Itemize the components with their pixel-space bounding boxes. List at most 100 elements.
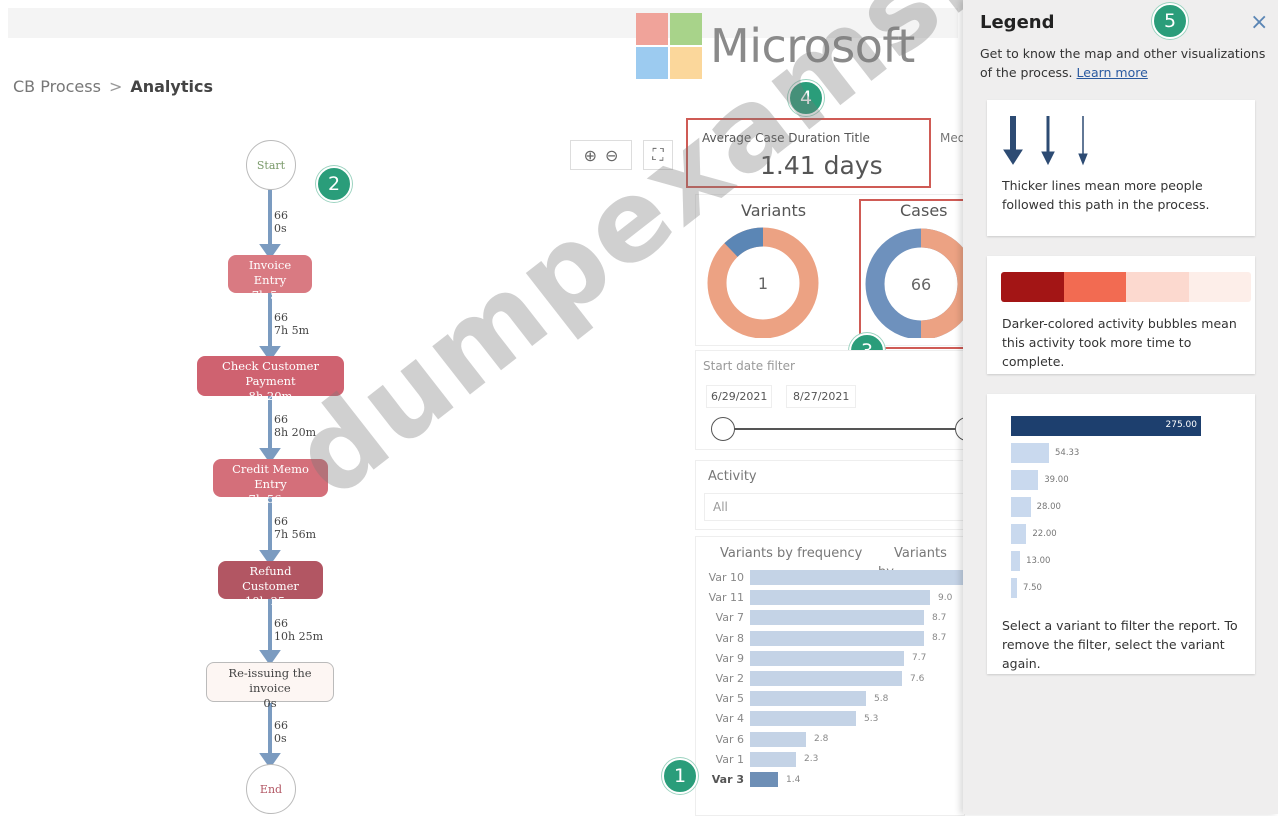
legend-card-line-thickness: Thicker lines mean more people followed … bbox=[987, 100, 1255, 236]
callout-badge-1: 1 bbox=[662, 758, 698, 794]
fit-to-screen-icon[interactable]: ⛶ bbox=[643, 140, 673, 170]
variant-bar-row[interactable]: Var 5 5.8 bbox=[700, 690, 888, 707]
variant-bar-row[interactable]: Var 8 8.7 bbox=[700, 630, 946, 647]
legend-card-activity-color: Darker-colored activity bubbles mean thi… bbox=[987, 256, 1255, 374]
edge-label: 66 10h 25m bbox=[274, 617, 324, 643]
legend-card1-text: Thicker lines mean more people followed … bbox=[1002, 178, 1210, 212]
activity-filter-select[interactable]: All bbox=[704, 493, 964, 521]
date-slider-track bbox=[724, 428, 962, 430]
variant-bar-label: Var 4 bbox=[715, 712, 744, 726]
process-map[interactable]: Start 66 0s Invoice Entry 7h 5m 66 7h 5m Ch… bbox=[0, 0, 700, 814]
legend-sample-bar-row: 22.00 bbox=[1011, 524, 1057, 544]
legend-sample-bar-row: 28.00 bbox=[1011, 497, 1061, 517]
edge-label: 66 0s bbox=[274, 719, 288, 745]
variant-bar-value: 7.6 bbox=[910, 673, 925, 684]
variant-bar[interactable] bbox=[750, 650, 904, 666]
legend-card3-text: Select a variant to filter the report. T… bbox=[1002, 618, 1238, 671]
process-map-edges bbox=[259, 190, 281, 769]
variant-bar-label: Var 3 bbox=[711, 773, 744, 786]
activity-refund-customer[interactable]: Refund Customer 10h 25m bbox=[218, 561, 323, 608]
variant-bar-value: 8.7 bbox=[932, 633, 947, 644]
date-slider-start-handle[interactable] bbox=[711, 417, 735, 441]
variant-bar-value: 9.0 bbox=[938, 592, 953, 603]
variants-donut[interactable]: 1 bbox=[704, 226, 824, 338]
variant-bar[interactable] bbox=[750, 590, 930, 606]
variant-bar-row[interactable]: Var 7 8.7 bbox=[700, 609, 946, 626]
legend-sample-bar-value: 39.00 bbox=[1044, 475, 1069, 485]
edge-label: 66 7h 56m bbox=[274, 515, 317, 541]
legend-sample-bar bbox=[1011, 470, 1039, 490]
kpi-next-title: Med bbox=[940, 131, 966, 145]
date-to-input[interactable]: 8/27/2021 bbox=[786, 385, 857, 408]
legend-sample-bar bbox=[1011, 524, 1027, 544]
thick-arrows-icon bbox=[1003, 116, 1088, 166]
variant-bar-row[interactable]: Var 9 7.7 bbox=[700, 650, 926, 667]
variant-bar[interactable] bbox=[750, 691, 866, 707]
edge-label: 66 0s bbox=[274, 209, 288, 235]
legend-sample-bar-value: 22.00 bbox=[1032, 529, 1057, 539]
legend-title: Legend bbox=[980, 12, 1055, 33]
variant-bar[interactable] bbox=[750, 671, 902, 686]
variant-bar-label: Var 11 bbox=[708, 591, 744, 605]
variant-bar-row[interactable]: Var 4 5.3 bbox=[700, 710, 878, 727]
arrowhead-icon bbox=[259, 650, 281, 666]
legend-sample-bar: 275.00 bbox=[1011, 416, 1201, 436]
legend-sample-bar bbox=[1011, 578, 1017, 598]
variant-bar-label: Var 8 bbox=[715, 631, 744, 645]
activity-credit-memo-entry[interactable]: Credit Memo Entry 7h 56m bbox=[213, 459, 328, 506]
legend-sample-bar-value: 13.00 bbox=[1026, 556, 1051, 566]
variant-bar[interactable] bbox=[750, 570, 965, 585]
variant-bar[interactable] bbox=[750, 772, 778, 787]
variant-bar[interactable] bbox=[750, 610, 924, 626]
legend-sample-bar-row: 13.00 bbox=[1011, 551, 1050, 571]
legend-sample-bar-row: 54.33 bbox=[1011, 443, 1079, 463]
variant-bar[interactable] bbox=[750, 711, 856, 727]
logo-text: Microsoft bbox=[710, 19, 915, 73]
variants-bar-chart: Var 10 Var 11 9.0 Var 7 8.7 Var 8 8.7 Var 9 7.7 V… bbox=[700, 569, 965, 799]
tab-variants-by-frequency[interactable]: Variants by frequency bbox=[720, 542, 862, 561]
variant-bar-row[interactable]: Var 10 bbox=[700, 569, 973, 586]
end-node[interactable]: End bbox=[246, 764, 296, 814]
variants-donut-title: Variants bbox=[741, 201, 807, 220]
variant-bar-label: Var 10 bbox=[708, 571, 744, 584]
variant-bar-label: Var 1 bbox=[715, 752, 744, 766]
activity-invoice-entry[interactable]: Invoice Entry 7h 5m bbox=[228, 255, 312, 302]
variant-bar-row[interactable]: Var 1 2.3 bbox=[700, 751, 818, 768]
legend-sample-bar-value: 7.50 bbox=[1023, 583, 1042, 593]
variant-bar-row[interactable]: Var 11 9.0 bbox=[700, 589, 952, 606]
variant-bar[interactable] bbox=[750, 731, 806, 747]
zoom-out-icon[interactable]: ⊖ bbox=[605, 146, 618, 165]
variant-bar-row[interactable]: Var 3 1.4 bbox=[700, 771, 800, 788]
legend-sample-bar-row: 275.00 bbox=[1011, 416, 1201, 436]
variant-bar-row[interactable]: Var 6 2.8 bbox=[700, 731, 828, 748]
variant-bar-label: Var 6 bbox=[715, 732, 744, 746]
highlight-box-cases bbox=[859, 199, 971, 349]
activity-filter-card: Activity All bbox=[695, 460, 965, 530]
callout-badge-5: 5 bbox=[1152, 3, 1188, 39]
callout-badge-2: 2 bbox=[316, 166, 352, 202]
legend-sample-bar-row: 7.50 bbox=[1011, 578, 1042, 598]
variant-bar-value: 5.8 bbox=[874, 693, 889, 704]
variant-bar-value: 2.8 bbox=[814, 734, 829, 745]
date-filter-card: Start date filter 6/29/2021 8/27/2021 bbox=[695, 350, 979, 450]
callout-badge-4: 4 bbox=[788, 80, 824, 116]
learn-more-link[interactable]: Learn more bbox=[1077, 65, 1148, 80]
svg-text:1: 1 bbox=[758, 274, 768, 293]
edge-label: 66 7h 5m bbox=[274, 311, 310, 337]
start-node[interactable]: Start bbox=[246, 140, 296, 190]
variant-bar-row[interactable]: Var 2 7.6 bbox=[700, 670, 924, 687]
activity-re-issuing-invoice[interactable]: Re-issuing the invoice 0s bbox=[206, 662, 334, 710]
variant-bar[interactable] bbox=[750, 751, 796, 767]
variant-bar-value: 2.3 bbox=[804, 754, 819, 765]
variant-bar-label: Var 5 bbox=[715, 692, 744, 706]
edge-label: 66 8h 20m bbox=[274, 413, 317, 439]
variant-bar[interactable] bbox=[750, 630, 924, 646]
legend-sample-bar-row: 39.00 bbox=[1011, 470, 1069, 490]
legend-sample-bar-chart: 275.00 54.33 39.00 28.00 22.00 13.00 7.50 bbox=[1011, 416, 1221, 616]
date-from-input[interactable]: 6/29/2021 bbox=[706, 385, 773, 408]
activity-check-customer-payment[interactable]: Check Customer Payment 8h 20m bbox=[197, 356, 344, 403]
variant-bar-value: 5.3 bbox=[864, 713, 879, 724]
zoom-in-icon[interactable]: ⊕ bbox=[584, 146, 597, 165]
close-icon[interactable]: × bbox=[1250, 10, 1268, 35]
variant-bar-label: Var 2 bbox=[715, 672, 744, 685]
